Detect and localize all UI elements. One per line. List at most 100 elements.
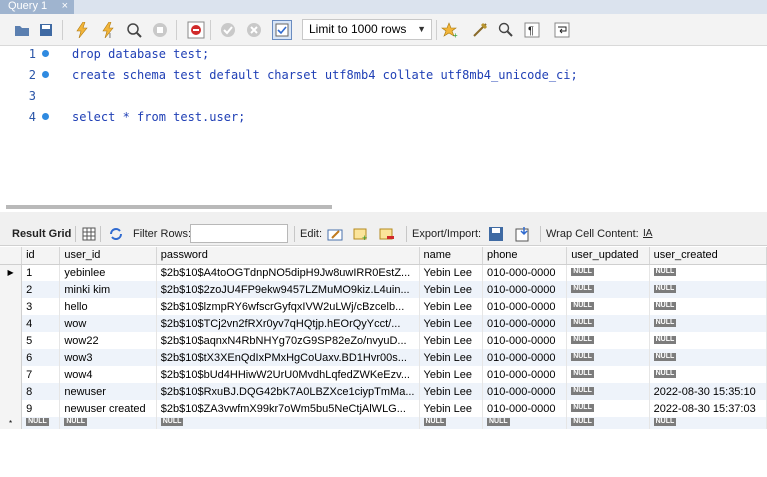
table-cell[interactable]: NULL (566, 349, 650, 366)
row-marker[interactable] (0, 332, 23, 349)
table-row[interactable]: 3 hello $2b$10$lzmpRY6wfscrGyfqxIVW2uLWj/c… (0, 298, 767, 315)
column-header-phone[interactable]: phone (482, 247, 568, 265)
table-cell[interactable]: NULL (566, 281, 650, 298)
filter-rows-input[interactable] (190, 224, 288, 243)
toggle-error-icon[interactable] (186, 20, 206, 40)
sql-editor[interactable]: 1 drop database test; 2 create schema te… (0, 46, 767, 202)
table-row[interactable]: 4 wow $2b$10$TCj2vn2fRXr0yv7qHQtjp.hEOrQyY… (0, 315, 767, 332)
column-header-user-updated[interactable]: user_updated (566, 247, 650, 265)
table-cell[interactable]: NULL (419, 417, 483, 429)
table-cell[interactable]: $2b$10$aqnxN4RbNHYg70zG9SP82eZo/nvyuD... (156, 332, 420, 349)
table-cell[interactable]: Yebin Lee (419, 332, 483, 349)
column-header-password[interactable]: password (156, 247, 420, 265)
limit-rows-select[interactable]: Limit to 1000 rows ▼ (302, 19, 432, 40)
table-cell[interactable]: NULL (649, 349, 767, 366)
editor-horizontal-scrollbar[interactable] (0, 202, 767, 212)
table-cell[interactable]: NULL (649, 366, 767, 383)
table-cell[interactable]: 010-000-0000 (482, 366, 568, 383)
table-cell[interactable]: NULL (59, 417, 157, 429)
scrollbar-thumb[interactable] (6, 205, 332, 209)
rollback-icon[interactable] (244, 20, 264, 40)
row-marker[interactable] (0, 366, 23, 383)
table-row[interactable]: 9 newuser created $2b$10$ZA3vwfmX99kr7oWm5… (0, 400, 767, 417)
result-grid-tab[interactable]: Result Grid (12, 228, 71, 240)
column-header-user-id[interactable]: user_id (59, 247, 157, 265)
table-cell[interactable]: 6 (21, 349, 61, 366)
table-cell[interactable]: wow3 (59, 349, 157, 366)
table-cell[interactable]: NULL (566, 298, 650, 315)
export-icon[interactable] (487, 225, 505, 243)
table-cell[interactable]: NULL (649, 298, 767, 315)
table-cell[interactable]: 4 (21, 315, 61, 332)
table-cell[interactable]: Yebin Lee (419, 298, 483, 315)
open-folder-icon[interactable] (12, 20, 32, 40)
table-cell[interactable]: NULL (649, 264, 767, 281)
table-row[interactable]: 8 newuser $2b$10$RxuBJ.DQG42bK7A0LBZXce1ci… (0, 383, 767, 400)
wrap-icon[interactable] (552, 20, 572, 40)
table-cell[interactable]: 010-000-0000 (482, 281, 568, 298)
table-cell[interactable]: NULL (566, 417, 650, 429)
table-cell[interactable]: Yebin Lee (419, 315, 483, 332)
result-grid[interactable]: id user_id password name phone user_upda… (0, 247, 767, 477)
table-cell[interactable]: wow (59, 315, 157, 332)
refresh-icon[interactable] (107, 225, 125, 243)
column-header-name[interactable]: name (419, 247, 483, 265)
table-cell[interactable]: $2b$10$tX3XEnQdIxPMxHgCoUaxv.BD1Hvr00s..… (156, 349, 420, 366)
table-row[interactable]: 5 wow22 $2b$10$aqnxN4RbNHYg70zG9SP82eZo/nv… (0, 332, 767, 349)
table-cell[interactable]: 2022-08-30 15:37:03 (649, 400, 767, 417)
table-cell[interactable]: 010-000-0000 (482, 315, 568, 332)
table-cell[interactable]: 2022-08-30 15:35:10 (649, 383, 767, 400)
table-cell[interactable]: 7 (21, 366, 61, 383)
tab-query-1[interactable]: Query 1 × (0, 0, 74, 14)
table-cell[interactable]: NULL (156, 417, 420, 429)
table-cell[interactable]: $2b$10$2zoJU4FP9ekw9457LZMuMO9kiz.L4uin.… (156, 281, 420, 298)
import-icon[interactable] (514, 225, 532, 243)
table-row[interactable]: 2 minki kim $2b$10$2zoJU4FP9ekw9457LZMuMO9… (0, 281, 767, 298)
table-cell[interactable]: newuser created (59, 400, 157, 417)
find-icon[interactable] (496, 20, 516, 40)
table-cell[interactable]: Yebin Lee (419, 383, 483, 400)
column-header-id[interactable]: id (21, 247, 61, 265)
table-cell[interactable]: NULL (649, 315, 767, 332)
table-cell[interactable]: 010-000-0000 (482, 400, 568, 417)
table-cell[interactable]: Yebin Lee (419, 349, 483, 366)
table-cell[interactable]: NULL (566, 315, 650, 332)
table-cell[interactable]: Yebin Lee (419, 264, 483, 281)
table-cell[interactable]: 010-000-0000 (482, 349, 568, 366)
table-cell[interactable]: Yebin Lee (419, 400, 483, 417)
stop-icon[interactable] (150, 20, 170, 40)
table-cell[interactable]: $2b$10$A4toOGTdnpNO5dipH9Jw8uwIRR0EstZ..… (156, 264, 420, 281)
table-cell[interactable]: NULL (566, 366, 650, 383)
delete-row-icon[interactable] (378, 225, 396, 243)
table-cell[interactable]: yebinlee (59, 264, 157, 281)
edit-row-icon[interactable] (326, 225, 344, 243)
table-cell[interactable]: NULL (649, 332, 767, 349)
grid-view-icon[interactable] (80, 225, 98, 243)
table-cell[interactable]: $2b$10$RxuBJ.DQG42bK7A0LBZXce1ciypTmMa..… (156, 383, 420, 400)
table-cell[interactable]: 010-000-0000 (482, 264, 568, 281)
table-cell[interactable]: NULL (649, 417, 767, 429)
table-cell[interactable]: NULL (649, 281, 767, 298)
row-marker[interactable] (0, 349, 23, 366)
execute-icon[interactable] (72, 20, 92, 40)
table-cell[interactable]: 1 (21, 264, 61, 281)
row-marker[interactable] (0, 315, 23, 332)
table-cell[interactable]: 9 (21, 400, 61, 417)
wrap-cell-icon[interactable]: IA (643, 228, 652, 239)
explain-icon[interactable] (124, 20, 144, 40)
table-cell[interactable]: 5 (21, 332, 61, 349)
table-cell[interactable]: $2b$10$bUd4HHiwW2UrU0MvdhLqfedZWKeEzv... (156, 366, 420, 383)
table-cell[interactable]: NULL (566, 264, 650, 281)
column-header-user-created[interactable]: user_created (649, 247, 767, 265)
table-cell[interactable]: wow22 (59, 332, 157, 349)
table-cell[interactable]: 3 (21, 298, 61, 315)
autocommit-icon[interactable] (272, 20, 292, 40)
bookmark-icon[interactable]: + (440, 20, 460, 40)
table-cell[interactable]: 010-000-0000 (482, 383, 568, 400)
table-cell[interactable]: NULL (566, 332, 650, 349)
table-cell[interactable]: NULL (482, 417, 568, 429)
table-row[interactable]: 7 wow4 $2b$10$bUd4HHiwW2UrU0MvdhLqfedZWKeE… (0, 366, 767, 383)
beautify-icon[interactable] (470, 20, 490, 40)
close-icon[interactable]: × (62, 0, 68, 12)
row-marker[interactable] (0, 383, 23, 400)
